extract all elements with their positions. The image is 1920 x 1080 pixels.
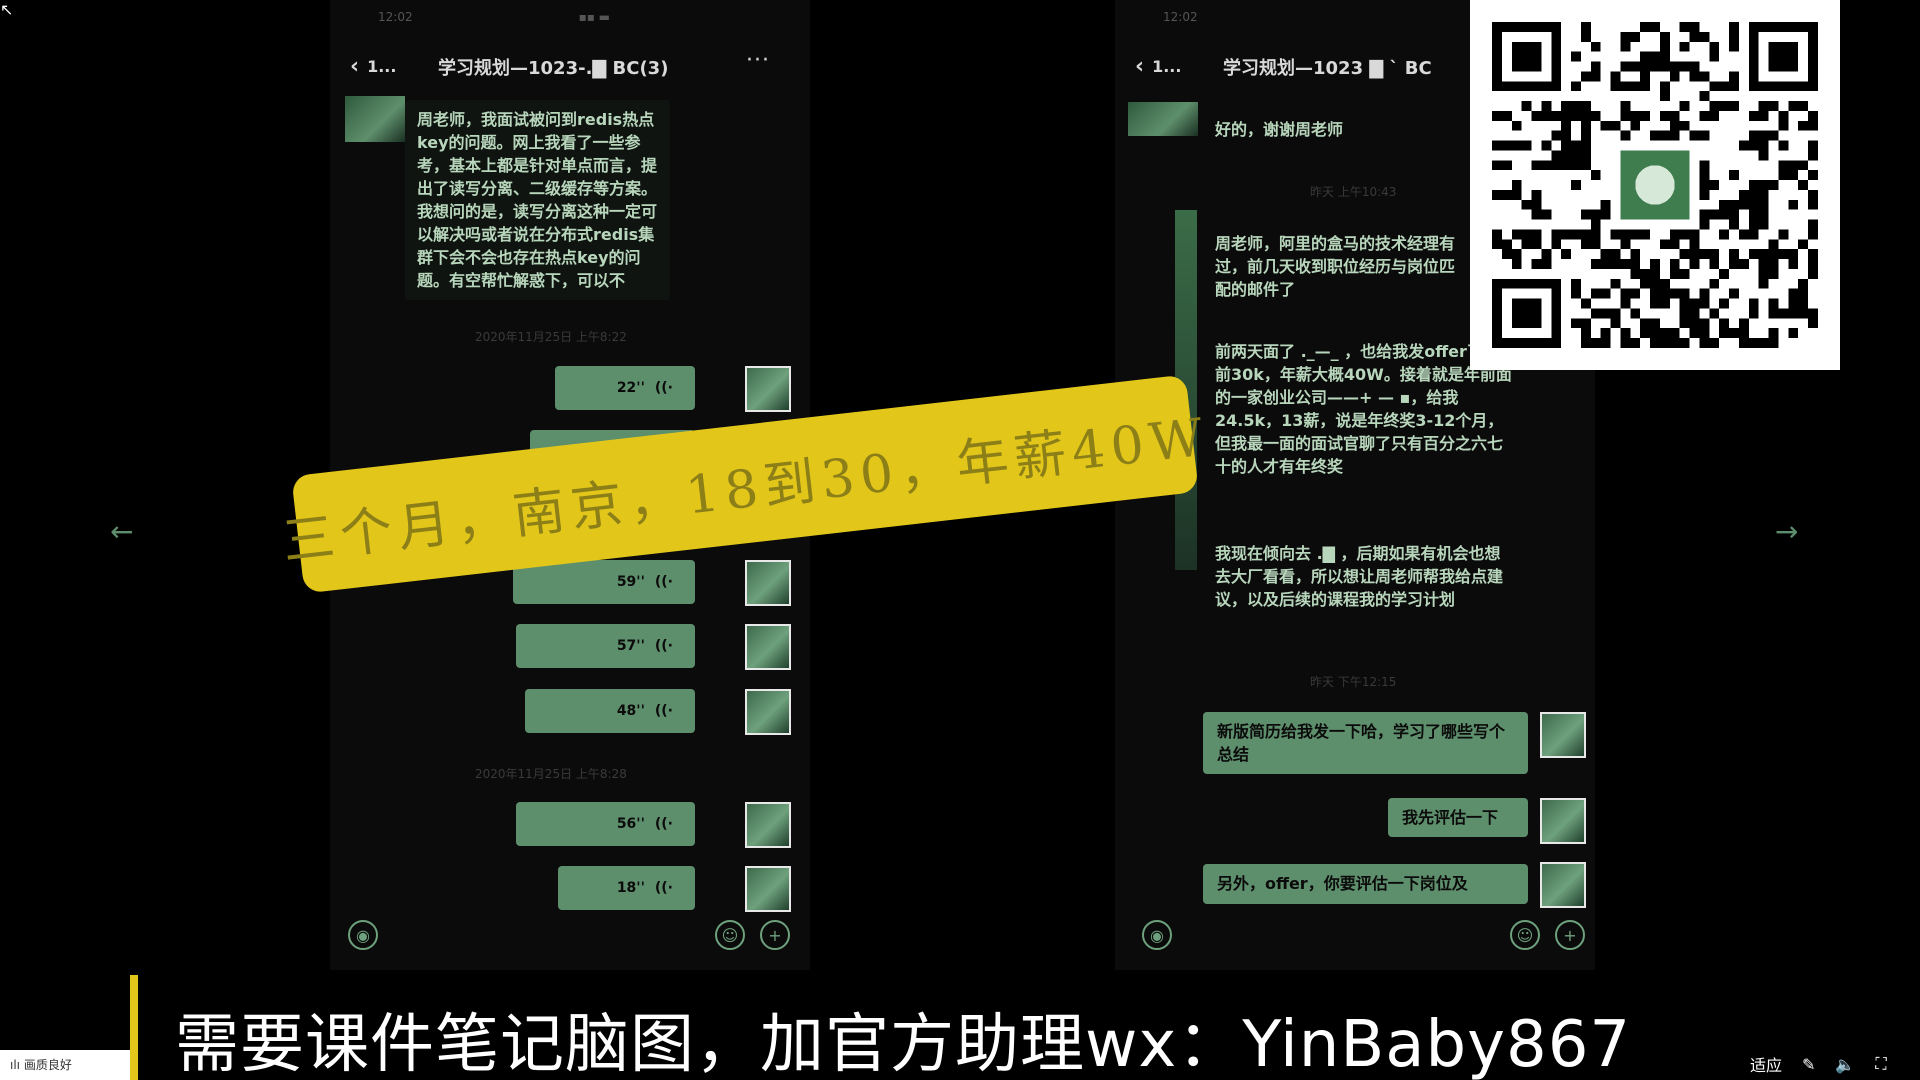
mouse-cursor-icon: ↖ — [0, 0, 14, 19]
chat-title: 学习规划—1023-.▇ BC(3) — [438, 58, 669, 79]
voice-duration: 56'' — [616, 816, 645, 832]
incoming-message: 周老师，我面试被问到redis热点key的问题。网上我看了一些参考，基本上都是针… — [405, 100, 670, 300]
caption-bar: 需要课件笔记脑图，加官方助理wx：YinBaby867 — [130, 975, 1790, 1080]
plus-icon[interactable]: + — [1555, 920, 1585, 950]
outgoing-message: 另外，offer，你要评估一下岗位及 — [1203, 864, 1528, 904]
caption-accent — [130, 975, 138, 1080]
voice-wave-icon: ((· — [654, 816, 673, 832]
voice-duration: 22'' — [616, 380, 645, 396]
qr-code-icon — [1492, 22, 1818, 348]
avatar[interactable] — [745, 689, 791, 735]
voice-message[interactable]: 57'' ((· — [516, 624, 695, 668]
voice-duration: 48'' — [616, 703, 645, 719]
voice-message[interactable]: 48'' ((· — [525, 689, 695, 733]
emoji-icon[interactable]: ☺ — [715, 920, 745, 950]
incoming-message: 周老师，阿里的盒马的技术经理有过，前几天收到职位经历与岗位匹配的邮件了 — [1215, 234, 1456, 299]
qr-code — [1470, 0, 1840, 370]
volume-icon[interactable]: 🔈 — [1835, 1055, 1855, 1074]
back-label: 1... — [367, 56, 397, 76]
timestamp: 昨天 下午12:15 — [1310, 675, 1397, 689]
avatar[interactable] — [745, 624, 791, 670]
avatar[interactable] — [1540, 712, 1586, 758]
status-bar: 12:02 ▪▪ ▬ — [330, 10, 810, 28]
avatar[interactable] — [1540, 862, 1586, 908]
plus-icon[interactable]: + — [760, 920, 790, 950]
more-icon[interactable]: ··· — [746, 48, 770, 73]
voice-wave-icon: ((· — [654, 880, 673, 896]
prev-arrow-icon[interactable]: ← — [110, 515, 133, 548]
voice-message[interactable]: 56'' ((· — [516, 802, 695, 846]
status-time: 12:02 — [1163, 10, 1198, 24]
fit-label[interactable]: 适应 — [1750, 1052, 1782, 1076]
voice-message[interactable]: 18'' ((· — [558, 866, 695, 910]
timestamp: 2020年11月25日 上午8:22 — [475, 330, 627, 344]
avatar[interactable] — [1128, 102, 1198, 136]
incoming-message: 我现在倾向去 .▇ ，后期如果有机会也想去大厂看看，所以想让周老师帮我给点建议，… — [1215, 544, 1504, 609]
timestamp: 昨天 上午10:43 — [1310, 185, 1397, 199]
avatar[interactable] — [745, 802, 791, 848]
avatar[interactable] — [345, 96, 405, 142]
voice-duration: 59'' — [616, 574, 645, 590]
quality-indicator[interactable]: ılı 画质良好 — [0, 1050, 130, 1080]
voice-wave-icon: ((· — [654, 638, 673, 654]
emoji-icon[interactable]: ☺ — [1510, 920, 1540, 950]
timestamp: 2020年11月25日 上午8:28 — [475, 767, 627, 781]
caption-text: 需要课件笔记脑图，加官方助理wx：YinBaby867 — [175, 1008, 1632, 1080]
incoming-message: 好的，谢谢周老师 — [1215, 120, 1344, 139]
player-controls: 适应 ✎ 🔈 ⛶ — [1720, 1048, 1920, 1080]
outgoing-message: 新版简历给我发一下哈，学习了哪些写个总结 — [1203, 712, 1528, 774]
outgoing-message: 我先评估一下 — [1388, 798, 1528, 837]
chevron-left-icon: ‹ — [350, 53, 360, 79]
back-label: 1... — [1152, 56, 1182, 76]
status-icons: ▪▪ ▬ — [578, 10, 610, 24]
avatar[interactable] — [745, 866, 791, 912]
chat-title: 学习规划—1023 ▇ ` BC — [1223, 58, 1432, 79]
voice-wave-icon: ((· — [654, 703, 673, 719]
chat-header: ‹ 1... 学习规划—1023-.▇ BC(3) ··· — [350, 48, 790, 80]
voice-input-icon[interactable]: ◉ — [1142, 920, 1172, 950]
voice-duration: 57'' — [616, 638, 645, 654]
pen-icon[interactable]: ✎ — [1802, 1055, 1815, 1074]
voice-wave-icon: ((· — [654, 380, 673, 396]
status-time: 12:02 — [378, 10, 413, 24]
voice-message[interactable]: 22'' ((· — [555, 366, 695, 410]
fullscreen-icon[interactable]: ⛶ — [1875, 1054, 1886, 1074]
voice-duration: 18'' — [616, 880, 645, 896]
avatar[interactable] — [745, 366, 791, 412]
avatar[interactable] — [1540, 798, 1586, 844]
back-button[interactable]: ‹ 1... — [350, 52, 400, 80]
back-button[interactable]: ‹ 1... — [1135, 52, 1185, 80]
voice-wave-icon: ((· — [654, 574, 673, 590]
avatar[interactable] — [745, 560, 791, 606]
voice-input-icon[interactable]: ◉ — [348, 920, 378, 950]
chevron-left-icon: ‹ — [1135, 53, 1145, 79]
next-arrow-icon[interactable]: → — [1775, 515, 1798, 548]
